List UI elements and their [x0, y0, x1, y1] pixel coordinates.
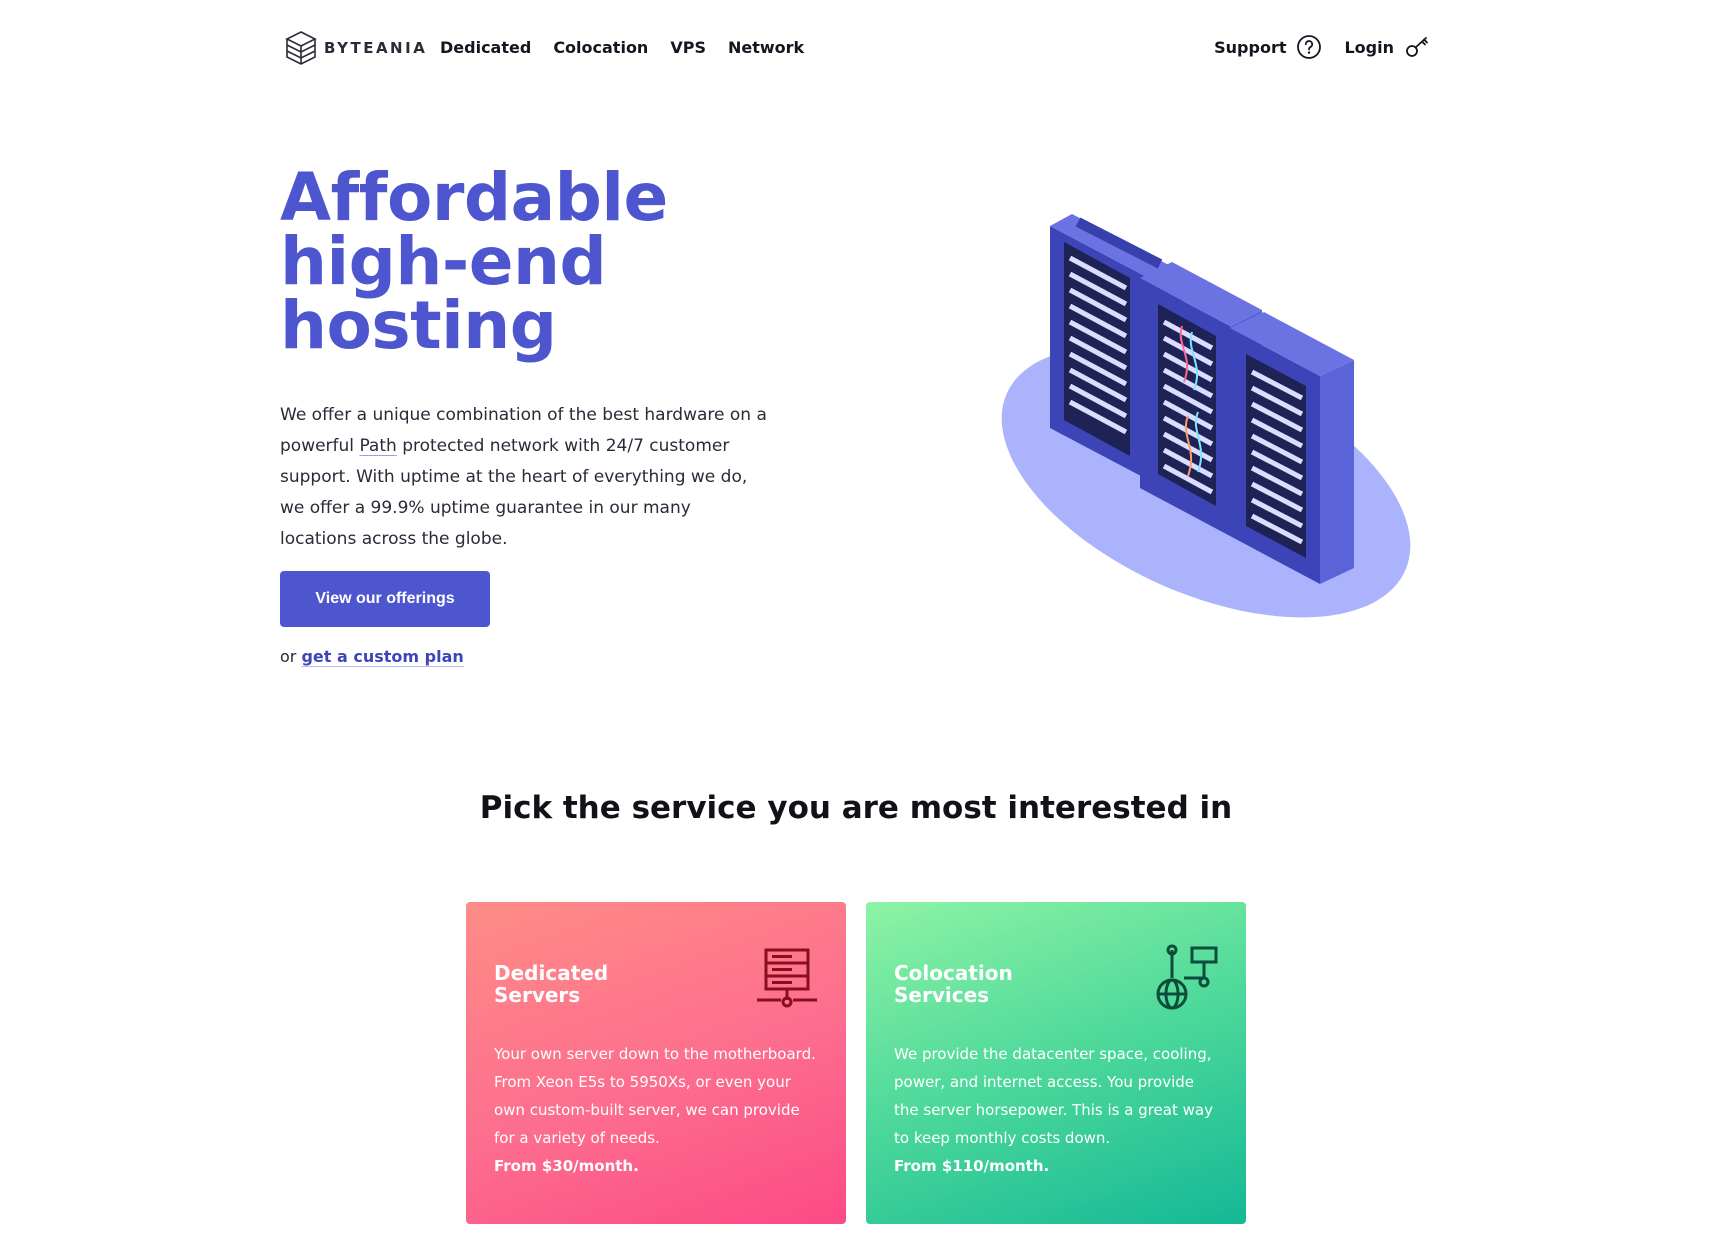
card-title-line: Colocation: [894, 961, 1013, 985]
custom-plan-link[interactable]: get a custom plan: [301, 647, 463, 666]
support-link[interactable]: Support: [1214, 34, 1322, 60]
key-icon: [1406, 37, 1428, 57]
server-rack-right: [1230, 312, 1354, 584]
nav-link-vps[interactable]: VPS: [670, 38, 706, 57]
logo[interactable]: BYTEANIA: [284, 30, 427, 66]
card-description: We provide the datacenter space, cooling…: [894, 1045, 1213, 1147]
hero-description: We offer a unique combination of the bes…: [280, 400, 770, 555]
view-offerings-button[interactable]: View our offerings: [280, 571, 490, 627]
hero-title-line: hosting: [280, 287, 557, 364]
question-circle-icon: [1297, 35, 1322, 59]
server-racks-illustration: [1001, 214, 1411, 618]
hero-title: Affordable high-end hosting: [280, 159, 700, 364]
login-label: Login: [1344, 37, 1394, 57]
hero-title-line: high-end: [280, 223, 607, 300]
top-nav: BYTEANIA Dedicated Colocation VPS Networ…: [0, 26, 1712, 70]
services-heading: Pick the service you are most interested…: [479, 790, 1233, 826]
nav-link-dedicated[interactable]: Dedicated: [440, 38, 531, 57]
card-price: From $110/month.: [894, 1157, 1050, 1175]
card-description: Your own server down to the motherboard.…: [494, 1045, 816, 1147]
globe-network-icon: [1156, 944, 1218, 1010]
logo-cube-icon: [285, 31, 317, 65]
server-rack-icon: [757, 948, 817, 1008]
page: BYTEANIA Dedicated Colocation VPS Networ…: [0, 0, 1712, 1237]
card-title-line: Dedicated: [494, 961, 609, 985]
nav-link-network[interactable]: Network: [728, 38, 804, 57]
nav-right: Support Login: [1214, 34, 1430, 60]
card-price: From $30/month.: [494, 1157, 639, 1175]
card-title: Colocation Services: [894, 962, 1094, 1006]
nav-link-colocation[interactable]: Colocation: [553, 38, 648, 57]
login-link[interactable]: Login: [1344, 34, 1430, 60]
card-title-line: Servers: [494, 983, 581, 1007]
card-title-line: Services: [894, 983, 990, 1007]
custom-plan-prefix: or: [280, 647, 297, 666]
logo-text: BYTEANIA: [324, 39, 428, 57]
dedicated-servers-card[interactable]: Dedicated Servers Your own server down t…: [466, 902, 846, 1224]
colocation-services-card[interactable]: Colocation Services We provide the datac…: [866, 902, 1246, 1224]
path-link[interactable]: Path: [359, 436, 396, 456]
hero-title-line: Affordable: [280, 159, 668, 236]
card-title: Dedicated Servers: [494, 962, 694, 1006]
support-label: Support: [1214, 37, 1287, 57]
custom-plan-line: or get a custom plan: [280, 647, 464, 666]
nav-links: Dedicated Colocation VPS Network: [440, 38, 804, 57]
